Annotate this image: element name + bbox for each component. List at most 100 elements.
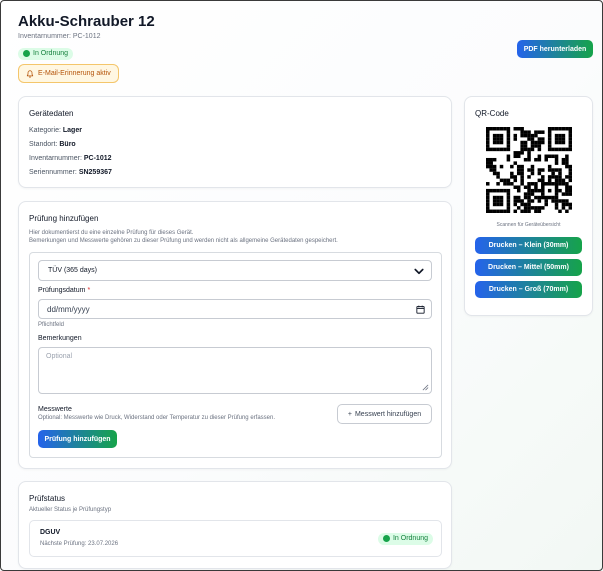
qr-module — [520, 171, 524, 176]
qr-module — [492, 195, 497, 200]
qr-caption: Scannen für Geräteübersicht — [496, 222, 561, 228]
qr-module — [541, 195, 545, 200]
qr-module — [547, 178, 552, 183]
qr-module — [565, 199, 569, 203]
qr-module — [516, 195, 521, 200]
plus-icon: + — [347, 410, 352, 418]
qr-module — [544, 182, 548, 186]
qr-module — [568, 130, 572, 134]
qr-module — [499, 140, 504, 145]
status-dot-icon — [382, 535, 390, 542]
remarks-textarea[interactable]: Optional — [38, 347, 432, 394]
qr-module — [527, 151, 531, 155]
email-reminder-label: E-Mail-Erinnerung aktiv — [38, 70, 111, 77]
status-item-next: Nächste Prüfung: 23.07.2026 — [40, 541, 119, 547]
qr-module — [506, 140, 511, 145]
qr-module — [568, 127, 572, 131]
qr-module — [506, 182, 511, 186]
qr-module — [568, 202, 572, 207]
qr-module — [544, 154, 548, 159]
qr-module — [554, 157, 559, 162]
qr-module — [554, 195, 559, 200]
qr-module — [534, 140, 538, 145]
qr-module — [565, 182, 569, 186]
qr-module — [503, 178, 507, 183]
check-date-input[interactable]: dd/mm/yyyy — [38, 299, 432, 319]
qr-module — [558, 188, 562, 193]
measurements-hint: Optional: Messwerte wie Druck, Widerstan… — [38, 415, 275, 421]
qr-module — [558, 209, 562, 213]
qr-module — [523, 195, 528, 200]
qr-module — [516, 188, 521, 193]
qr-module — [530, 168, 535, 172]
qr-module — [568, 168, 572, 172]
qr-module — [516, 171, 521, 176]
submit-check-button[interactable]: Prüfung hinzufügen — [38, 430, 117, 448]
test-status-card: Prüfstatus Aktueller Status je Prüfungst… — [18, 481, 452, 569]
qr-module — [541, 137, 545, 141]
qr-module — [568, 188, 572, 193]
qr-module — [492, 188, 497, 193]
qr-module — [547, 175, 552, 179]
qr-module — [565, 127, 569, 131]
qr-module — [486, 144, 490, 148]
print-large-button[interactable]: Drucken – Groß (70mm) — [475, 281, 582, 298]
qr-module — [551, 175, 555, 179]
qr-module — [489, 188, 493, 193]
qr-module — [492, 202, 497, 207]
qr-module — [499, 178, 504, 183]
qr-module — [530, 164, 535, 169]
qr-module — [506, 206, 511, 210]
qr-module — [561, 206, 566, 210]
qr-module — [506, 188, 511, 193]
email-reminder-badge: E-Mail-Erinnerung aktiv — [18, 64, 119, 83]
qr-module — [551, 147, 555, 152]
qr-module — [530, 144, 535, 148]
qr-title: QR-Code — [475, 109, 509, 118]
qr-module — [492, 140, 497, 145]
qr-module — [510, 182, 514, 186]
print-small-button[interactable]: Drucken – Klein (30mm) — [475, 237, 582, 254]
check-type-select[interactable]: TÜV (365 days) — [38, 260, 432, 281]
qr-module — [568, 178, 572, 183]
qr-module — [537, 171, 542, 176]
qr-module — [527, 199, 531, 203]
qr-module — [499, 164, 504, 169]
qr-module — [568, 175, 572, 179]
qr-module — [506, 127, 511, 131]
qr-module — [520, 175, 524, 179]
qr-module — [534, 195, 538, 200]
resize-grip-icon[interactable] — [422, 384, 429, 391]
qr-module — [565, 188, 569, 193]
qr-module — [568, 133, 572, 138]
qr-module — [486, 157, 490, 162]
qr-module — [565, 154, 569, 159]
qr-module — [530, 137, 535, 141]
qr-module — [510, 171, 514, 176]
qr-module — [554, 188, 559, 193]
qr-module — [516, 154, 521, 159]
print-medium-button[interactable]: Drucken – Mittel (50mm) — [475, 259, 582, 276]
qr-module — [558, 175, 562, 179]
pdf-download-button[interactable]: PDF herunterladen — [517, 40, 593, 58]
remarks-label: Bemerkungen — [38, 335, 82, 342]
qr-module — [516, 199, 521, 203]
calendar-icon[interactable] — [416, 305, 425, 314]
add-measurement-label: Messwert hinzufügen — [354, 410, 422, 418]
qr-module — [544, 202, 548, 207]
qr-module — [568, 137, 572, 141]
qr-module — [506, 192, 511, 196]
qr-module — [530, 147, 535, 152]
qr-module — [486, 164, 490, 169]
qr-module — [537, 154, 542, 159]
add-measurement-button[interactable]: + Messwert hinzufügen — [337, 404, 432, 424]
qr-module — [520, 127, 524, 131]
qr-module — [496, 195, 500, 200]
qr-module — [527, 154, 531, 159]
qr-module — [527, 202, 531, 207]
qr-module — [554, 137, 559, 141]
qr-module — [503, 188, 507, 193]
qr-module — [496, 140, 500, 145]
qr-module — [565, 164, 569, 169]
qr-module — [523, 130, 528, 134]
